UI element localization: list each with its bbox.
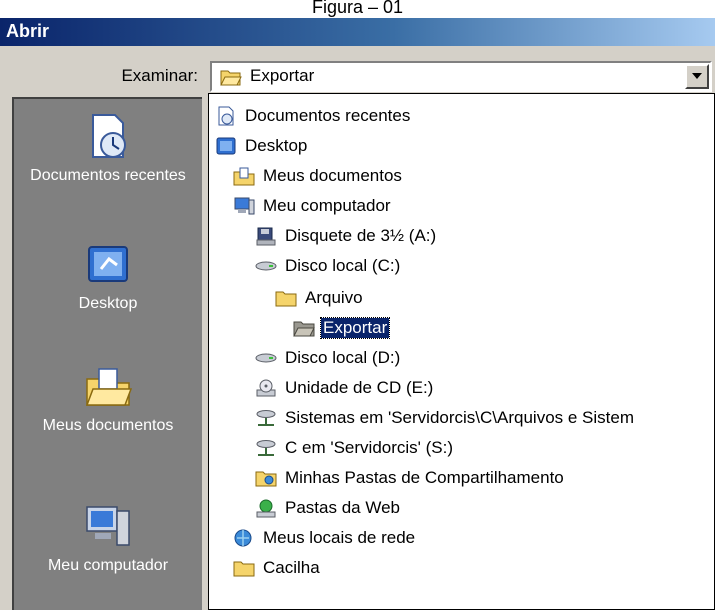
place-label: Desktop <box>78 295 138 312</box>
places-bar: Documentos recentes Desktop Meus documen… <box>12 97 202 610</box>
dropdown-item-label: Minhas Pastas de Compartilhamento <box>285 468 564 487</box>
desktop-icon <box>88 246 128 282</box>
dropdown-item[interactable]: C em 'Servidorcis' (S:) <box>255 436 455 460</box>
open-folder-icon <box>220 70 242 86</box>
hard-disk-icon <box>255 353 277 363</box>
hard-disk-icon <box>255 261 277 271</box>
dropdown-item[interactable]: Meus locais de rede <box>233 526 417 550</box>
folder-icon <box>275 291 297 307</box>
dropdown-item-label: Meus documentos <box>263 166 402 185</box>
floppy-drive-icon <box>256 227 276 246</box>
cd-drive-icon <box>256 379 276 397</box>
look-in-dropdown-list: Documentos recentes Desktop Meus documen… <box>208 93 715 610</box>
look-in-label: Examinar: <box>121 66 198 85</box>
dropdown-item[interactable]: Unidade de CD (E:) <box>255 376 435 400</box>
dropdown-item[interactable]: Meu computador <box>233 194 393 218</box>
dropdown-item[interactable]: Arquivo <box>275 286 365 310</box>
my-computer-icon <box>86 506 130 546</box>
dropdown-item-label: Disquete de 3½ (A:) <box>285 226 437 245</box>
dropdown-item-label: Disco local (D:) <box>285 348 401 367</box>
place-desktop[interactable]: Desktop <box>14 239 202 314</box>
dropdown-item[interactable]: Documentos recentes <box>215 104 412 128</box>
look-in-value: Exportar <box>250 66 315 85</box>
window-title: Abrir <box>6 21 50 41</box>
dropdown-item-label: Sistemas em 'Servidorcis\C\Arquivos e Si… <box>285 408 635 427</box>
my-documents-icon <box>85 368 133 406</box>
dropdown-item-label: Unidade de CD (E:) <box>285 378 434 397</box>
dropdown-item-selected[interactable]: Exportar <box>293 316 391 340</box>
dropdown-button[interactable] <box>685 64 709 89</box>
network-drive-icon <box>256 440 276 456</box>
chevron-down-icon <box>692 73 702 79</box>
place-my-computer[interactable]: Meu computador <box>14 501 202 576</box>
dropdown-item[interactable]: Cacilha <box>233 556 322 580</box>
dropdown-item[interactable]: Disquete de 3½ (A:) <box>255 224 438 248</box>
dropdown-item-label: Cacilha <box>263 558 320 577</box>
place-recent-documents[interactable]: Documentos recentes <box>14 111 202 186</box>
dropdown-item[interactable]: Desktop <box>215 134 309 158</box>
open-folder-icon <box>293 321 315 337</box>
folder-icon <box>233 561 255 577</box>
dropdown-item-label: Exportar <box>319 317 391 339</box>
dropdown-item-label: Arquivo <box>305 288 363 307</box>
my-computer-icon <box>234 197 255 215</box>
dropdown-item-label: Disco local (C:) <box>285 256 401 275</box>
shared-folders-icon <box>255 471 277 487</box>
web-folders-icon <box>256 499 276 518</box>
dropdown-item-label: Meus locais de rede <box>263 528 416 547</box>
dropdown-item[interactable]: Sistemas em 'Servidorcis\C\Arquivos e Si… <box>255 406 636 430</box>
dropdown-item[interactable]: Disco local (C:) <box>255 254 402 278</box>
place-label: Documentos recentes <box>30 167 186 184</box>
title-bar[interactable]: Abrir <box>0 18 715 46</box>
dropdown-item-label: C em 'Servidorcis' (S:) <box>285 438 454 457</box>
dropdown-item[interactable]: Disco local (D:) <box>255 346 402 370</box>
dropdown-item[interactable]: Meus documentos <box>233 164 404 188</box>
dropdown-item-label: Documentos recentes <box>245 106 411 125</box>
network-drive-icon <box>256 410 276 426</box>
dropdown-item[interactable]: Pastas da Web <box>255 496 402 520</box>
dropdown-item-label: Desktop <box>245 136 308 155</box>
my-documents-icon <box>233 167 255 186</box>
dropdown-item[interactable]: Minhas Pastas de Compartilhamento <box>255 466 566 490</box>
place-label: Meu computador <box>47 557 169 574</box>
recent-documents-icon <box>92 114 126 158</box>
dropdown-item-label: Pastas da Web <box>285 498 400 517</box>
dropdown-item-label: Meu computador <box>263 196 391 215</box>
look-in-combobox[interactable]: Exportar <box>210 61 712 92</box>
network-places-icon <box>234 529 252 547</box>
place-my-documents[interactable]: Meus documentos <box>14 361 202 436</box>
desktop-icon <box>216 137 236 155</box>
recent-documents-icon <box>218 106 234 126</box>
place-label: Meus documentos <box>42 417 174 434</box>
